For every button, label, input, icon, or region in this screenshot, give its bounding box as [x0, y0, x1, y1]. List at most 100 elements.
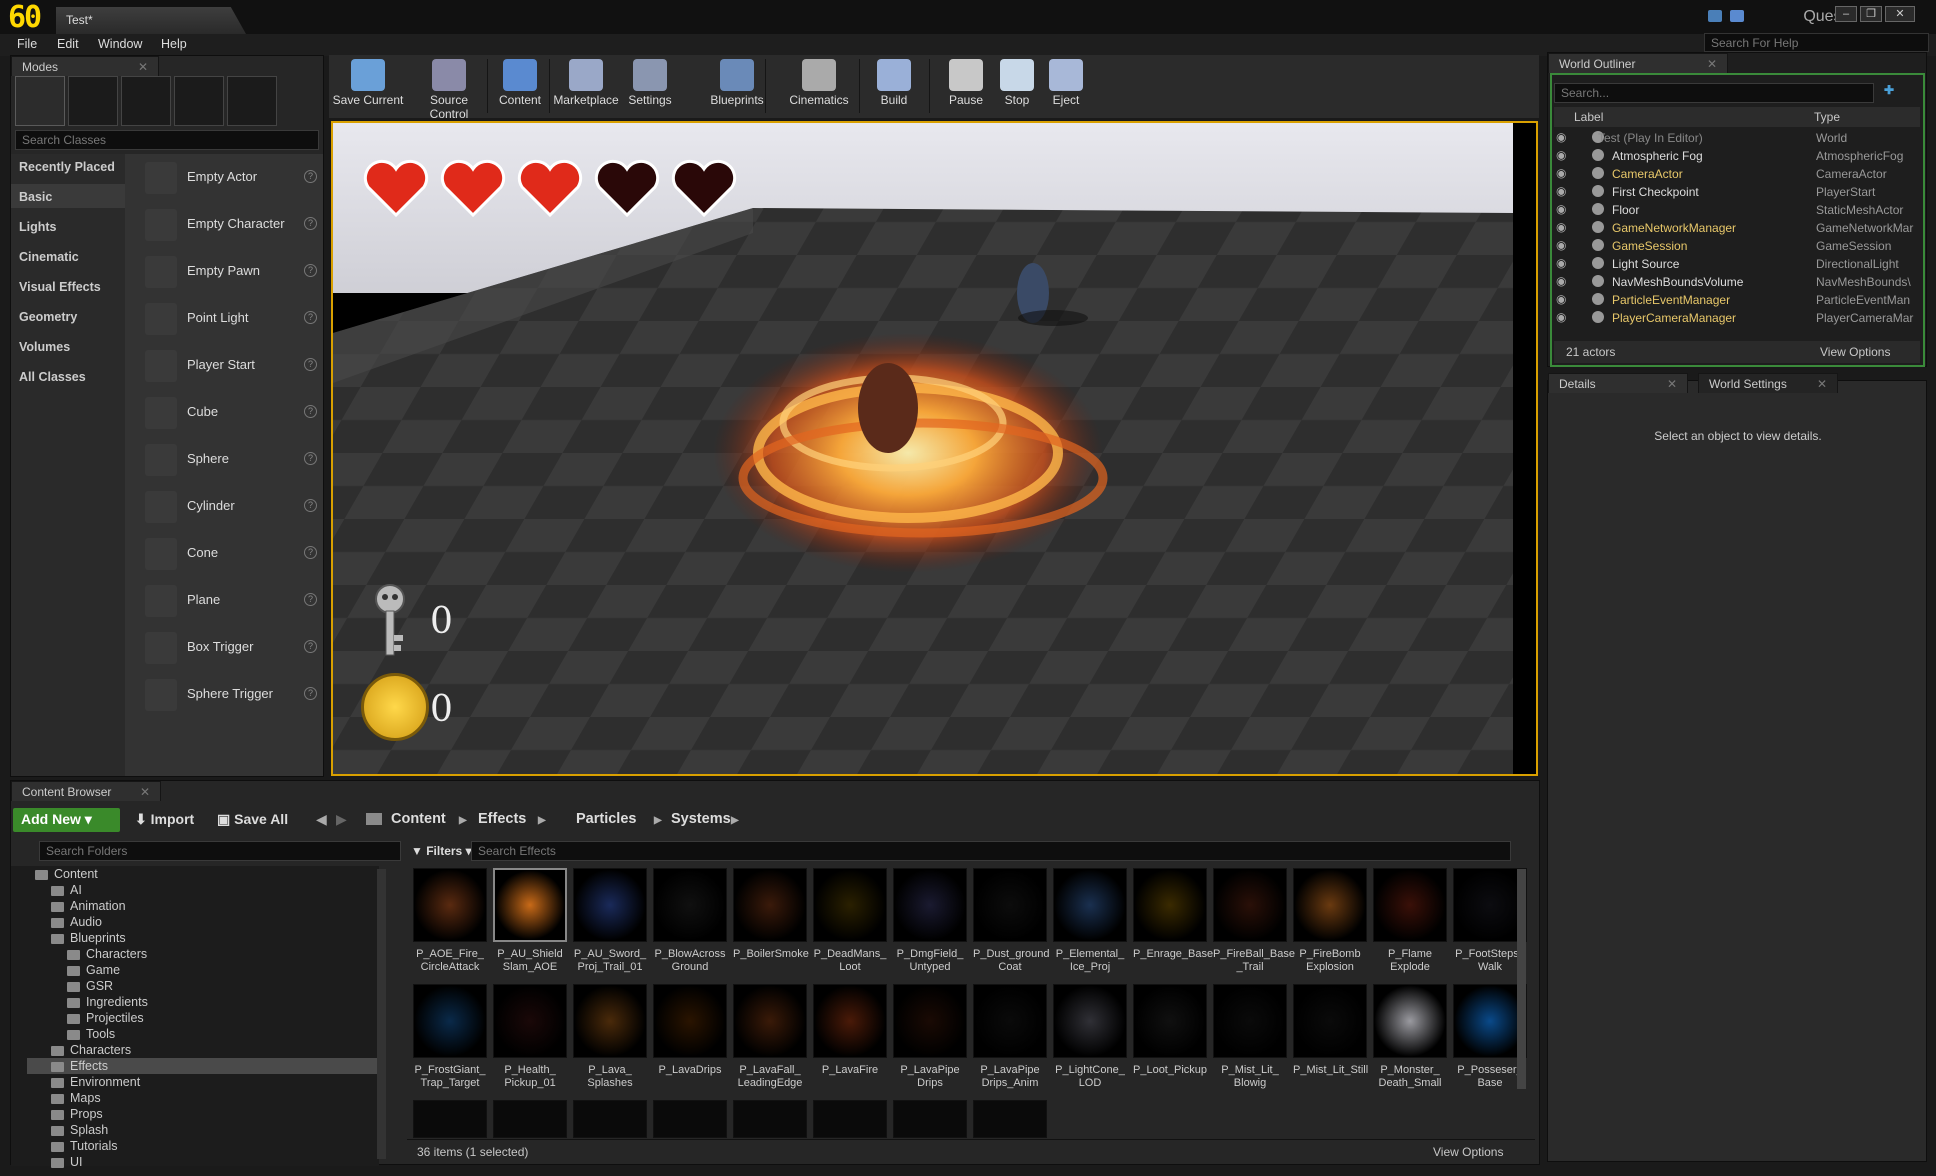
- folder-item[interactable]: UI: [51, 1155, 83, 1169]
- toolbar-pause-button[interactable]: Pause: [941, 55, 991, 118]
- asset-tile[interactable]: P_Monster_ Death_Small: [1373, 984, 1447, 1094]
- outliner-search-input[interactable]: Search...: [1554, 83, 1874, 103]
- category-geometry[interactable]: Geometry: [19, 310, 77, 324]
- breadcrumb-arrow-icon[interactable]: ▶: [459, 815, 467, 826]
- paint-mode-icon[interactable]: [68, 76, 118, 126]
- asset-tile[interactable]: P_DmgField_ Untyped: [893, 868, 967, 978]
- level-tab[interactable]: Test*: [56, 7, 246, 34]
- folder-item[interactable]: AI: [51, 883, 82, 897]
- eye-icon[interactable]: ◉: [1556, 148, 1566, 162]
- category-lights[interactable]: Lights: [19, 220, 57, 234]
- folder-item[interactable]: Audio: [51, 915, 102, 929]
- help-icon[interactable]: ?: [304, 640, 317, 653]
- forward-icon[interactable]: ▶: [336, 811, 347, 828]
- asset-tile[interactable]: P_Elemental_ Ice_Proj: [1053, 868, 1127, 978]
- menu-window[interactable]: Window: [98, 37, 142, 51]
- asset-tile[interactable]: P_LavaFall_ LeadingEdge: [733, 984, 807, 1094]
- asset-tile[interactable]: P_BoilerSmoke: [733, 868, 809, 978]
- modes-tab[interactable]: Modes ✕: [11, 56, 159, 76]
- actor-item[interactable]: Sphere?: [135, 438, 325, 483]
- folder-item[interactable]: Animation: [51, 899, 126, 913]
- import-button[interactable]: ⬇ Import: [135, 811, 194, 828]
- actor-item[interactable]: Empty Actor?: [135, 156, 325, 201]
- folder-item[interactable]: Characters: [51, 1043, 131, 1057]
- content-browser-tab[interactable]: Content Browser ✕: [11, 781, 161, 801]
- breadcrumb-effects[interactable]: Effects: [478, 811, 526, 827]
- search-effects-input[interactable]: Search Effects: [471, 841, 1511, 861]
- help-icon[interactable]: ?: [304, 170, 317, 183]
- eye-icon[interactable]: ◉: [1556, 130, 1566, 144]
- asset-tile[interactable]: P_FootSteps_ Walk: [1453, 868, 1527, 978]
- toolbar-blueprints-button[interactable]: Blueprints: [699, 55, 775, 118]
- eye-icon[interactable]: ◉: [1556, 202, 1566, 216]
- menu-file[interactable]: File: [17, 37, 37, 51]
- breadcrumb-arrow-icon[interactable]: ▶: [654, 815, 662, 826]
- category-cinematic[interactable]: Cinematic: [19, 250, 79, 264]
- folder-item[interactable]: GSR: [67, 979, 113, 993]
- search-classes-input[interactable]: Search Classes: [15, 130, 319, 150]
- asset-tile[interactable]: P_Flame Explode: [1373, 868, 1447, 978]
- actor-item[interactable]: Empty Character?: [135, 203, 325, 248]
- save-all-button[interactable]: ▣ Save All: [217, 811, 288, 828]
- eye-icon[interactable]: ◉: [1556, 274, 1566, 288]
- outliner-row[interactable]: ◉ Light Source DirectionalLight: [1554, 255, 1922, 273]
- folder-item[interactable]: Tutorials: [51, 1139, 117, 1153]
- asset-tile[interactable]: P_LavaPipe Drips_Anim: [973, 984, 1047, 1094]
- help-search-input[interactable]: Search For Help: [1704, 33, 1929, 52]
- toolbar-build-button[interactable]: Build: [864, 55, 924, 118]
- folder-item[interactable]: Game: [67, 963, 120, 977]
- category-visual-effects[interactable]: Visual Effects: [19, 280, 101, 294]
- asset-tile[interactable]: P_Lava_ Splashes: [573, 984, 647, 1094]
- minimize-button[interactable]: ‒: [1835, 6, 1857, 22]
- asset-tile[interactable]: P_FrostGiant_ Trap_Target: [413, 984, 487, 1094]
- world-outliner-tab[interactable]: World Outliner ✕: [1548, 53, 1728, 73]
- outliner-row[interactable]: ◉ Atmospheric Fog AtmosphericFog: [1554, 147, 1922, 165]
- filters-dropdown[interactable]: ▼ Filters ▾: [411, 844, 472, 858]
- help-icon[interactable]: ?: [304, 311, 317, 324]
- asset-tile[interactable]: P_Posseser_ Base: [1453, 984, 1527, 1094]
- folder-scrollbar[interactable]: [377, 869, 386, 1159]
- close-icon[interactable]: ✕: [1707, 57, 1717, 71]
- asset-tile[interactable]: P_BlowAcross Ground: [653, 868, 727, 978]
- folder-item[interactable]: Characters: [67, 947, 147, 961]
- actor-item[interactable]: Cube?: [135, 391, 325, 436]
- search-folders-input[interactable]: Search Folders: [39, 841, 401, 861]
- folder-item[interactable]: Projectiles: [67, 1011, 144, 1025]
- folder-item[interactable]: Content: [35, 867, 98, 881]
- outliner-row[interactable]: ◉ CameraActor CameraActor: [1554, 165, 1922, 183]
- folder-item[interactable]: Ingredients: [67, 995, 148, 1009]
- breadcrumb-systems[interactable]: Systems: [671, 811, 731, 827]
- eye-icon[interactable]: ◉: [1556, 292, 1566, 306]
- menu-edit[interactable]: Edit: [57, 37, 79, 51]
- toolbar-settings-button[interactable]: Settings: [619, 55, 681, 118]
- asset-view-options[interactable]: View Options: [1433, 1145, 1503, 1159]
- help-icon[interactable]: ?: [304, 687, 317, 700]
- add-icon[interactable]: ✚: [1884, 83, 1900, 101]
- eye-icon[interactable]: ◉: [1556, 310, 1566, 324]
- breadcrumb-arrow-icon[interactable]: ▶: [731, 815, 739, 826]
- close-button[interactable]: ✕: [1885, 6, 1915, 22]
- add-new-button[interactable]: Add New ▾: [13, 808, 120, 832]
- type-column-header[interactable]: Type: [1814, 110, 1840, 124]
- outliner-view-options[interactable]: View Options: [1820, 345, 1890, 359]
- outliner-row[interactable]: ◉ GameSession GameSession: [1554, 237, 1922, 255]
- actor-item[interactable]: Plane?: [135, 579, 325, 624]
- actor-item[interactable]: Empty Pawn?: [135, 250, 325, 295]
- category-recently-placed[interactable]: Recently Placed: [19, 160, 115, 174]
- asset-tile[interactable]: P_Mist_Lit_ Blowig: [1213, 984, 1287, 1094]
- actor-item[interactable]: Box Trigger?: [135, 626, 325, 671]
- help-icon[interactable]: ?: [304, 546, 317, 559]
- help-icon[interactable]: ?: [304, 452, 317, 465]
- details-tab[interactable]: Details ✕: [1548, 373, 1688, 393]
- folder-item[interactable]: Tools: [67, 1027, 115, 1041]
- asset-tile[interactable]: P_Dust_ground Coat: [973, 868, 1049, 978]
- help-icon[interactable]: ?: [304, 217, 317, 230]
- asset-tile[interactable]: P_LavaDrips: [653, 984, 727, 1094]
- label-column-header[interactable]: Label: [1574, 110, 1603, 124]
- toolbar-stop-button[interactable]: Stop: [994, 55, 1040, 118]
- asset-tile[interactable]: P_LightCone_ LOD: [1053, 984, 1127, 1094]
- toolbar-cinematics-button[interactable]: Cinematics: [774, 55, 864, 118]
- actor-item[interactable]: Point Light?: [135, 297, 325, 342]
- asset-tile[interactable]: P_Mist_Lit_Still: [1293, 984, 1368, 1094]
- actor-item[interactable]: Sphere Trigger?: [135, 673, 325, 718]
